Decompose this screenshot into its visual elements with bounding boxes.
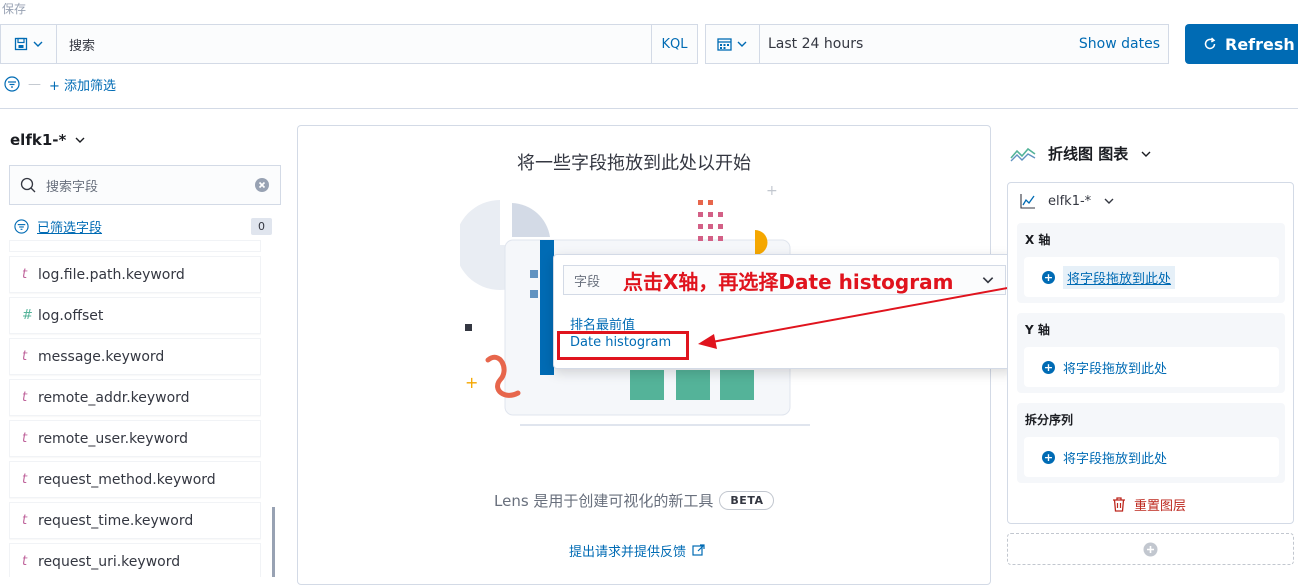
layer-panel: elfk1-* X 轴 + 将字段拖放到此处 Y 轴 + 将字段拖放到此处 拆分…: [1007, 182, 1294, 524]
string-type-icon: t: [22, 472, 28, 487]
filter-row: — + 添加筛选: [4, 74, 116, 94]
plus-icon: +: [1042, 270, 1055, 284]
list-item[interactable]: t request_time.keyword: [9, 502, 261, 539]
divider: [0, 108, 1298, 109]
field-name: log.offset: [38, 307, 104, 324]
list-item[interactable]: # log.offset: [9, 297, 261, 334]
reset-layer-label: 重置图层: [1134, 499, 1187, 514]
x-axis-drop-label: 将字段拖放到此处: [1063, 265, 1176, 289]
filter-icon[interactable]: [4, 76, 20, 92]
annotation-highlight-box: [557, 331, 689, 360]
layer-index-selector[interactable]: elfk1-*: [1020, 193, 1115, 209]
calendar-icon: [717, 38, 732, 51]
chart-type-label: 折线图 图表: [1048, 145, 1129, 163]
field-name: remote_addr.keyword: [38, 389, 190, 406]
date-range-value[interactable]: Last 24 hours: [760, 36, 1079, 52]
string-type-icon: t: [22, 513, 28, 528]
string-type-icon: t: [22, 554, 28, 569]
string-type-icon: t: [22, 349, 28, 364]
filter-icon: [14, 218, 29, 234]
refresh-icon: [1204, 37, 1216, 50]
plus-icon: +: [1042, 360, 1055, 374]
field-name: log.file.path.keyword: [38, 266, 185, 283]
save-link[interactable]: 保存: [2, 0, 26, 17]
y-axis-drop-label: 将字段拖放到此处: [1063, 361, 1168, 377]
refresh-button[interactable]: Refresh: [1185, 24, 1298, 64]
add-filter-button[interactable]: + 添加筛选: [49, 75, 116, 94]
y-axis-group: Y 轴 + 将字段拖放到此处: [1017, 313, 1285, 393]
reset-layer-button[interactable]: 重置图层: [1112, 495, 1186, 514]
list-item[interactable]: t log.file.path.keyword: [9, 256, 261, 293]
field-name: request_method.keyword: [38, 471, 216, 488]
number-type-icon: #: [22, 308, 33, 323]
beta-badge: BETA: [719, 491, 775, 510]
refresh-label: Refresh: [1225, 34, 1295, 54]
list-item[interactable]: t request_uri.keyword: [9, 543, 261, 577]
chevron-down-icon: [1104, 198, 1114, 204]
string-type-icon: t: [22, 390, 28, 405]
field-list: t log.file.path.keyword # log.offset t mess…: [9, 240, 261, 577]
list-item[interactable]: [9, 240, 261, 252]
clear-icon[interactable]: [254, 177, 270, 193]
x-axis-dropzone[interactable]: + 将字段拖放到此处: [1024, 257, 1279, 297]
list-item[interactable]: t remote_addr.keyword: [9, 379, 261, 416]
list-item[interactable]: t remote_user.keyword: [9, 420, 261, 457]
svg-text:+: +: [465, 373, 478, 392]
scrollbar[interactable]: [272, 507, 275, 577]
query-bar: 搜索 KQL: [0, 24, 698, 64]
chevron-down-icon: [1141, 151, 1151, 157]
field-name: request_uri.keyword: [38, 553, 181, 570]
string-type-icon: t: [22, 267, 28, 282]
line-chart-icon: [1020, 194, 1035, 209]
field-name: message.keyword: [38, 348, 165, 365]
x-axis-group: X 轴 + 将字段拖放到此处: [1017, 223, 1285, 303]
chart-type-switcher[interactable]: 折线图 图表: [1010, 143, 1152, 164]
line-chart-icon: [1010, 147, 1036, 161]
field-search-placeholder: 搜索字段: [46, 179, 99, 195]
date-picker: Last 24 hours Show dates: [705, 24, 1169, 64]
x-axis-label: X 轴: [1025, 233, 1051, 247]
index-pattern-selector[interactable]: elfk1-*: [10, 131, 86, 149]
feedback-link[interactable]: 提出请求并提供反馈: [569, 541, 705, 560]
kql-toggle[interactable]: KQL: [651, 25, 697, 63]
selected-fields-label: 已筛选字段: [37, 220, 103, 236]
trash-icon: [1113, 497, 1125, 512]
lens-intro-text: Lens 是用于创建可视化的新工具: [494, 492, 714, 510]
saved-query-menu-button[interactable]: [1, 25, 57, 63]
y-axis-label: Y 轴: [1025, 323, 1050, 337]
split-series-dropzone[interactable]: + 将字段拖放到此处: [1024, 437, 1279, 477]
chevron-down-icon: [75, 137, 85, 143]
selected-fields-count: 0: [251, 217, 272, 235]
split-series-drop-label: 将字段拖放到此处: [1063, 451, 1168, 467]
svg-text:+: +: [766, 185, 778, 199]
plus-icon: [1143, 542, 1158, 556]
index-pattern-label: elfk1-*: [10, 131, 67, 149]
field-name: request_time.keyword: [38, 512, 194, 529]
selected-fields-toggle[interactable]: 已筛选字段 0: [14, 215, 272, 237]
plus-icon: +: [1042, 450, 1055, 464]
lens-intro: Lens 是用于创建可视化的新工具 BETA: [494, 490, 775, 511]
field-name: remote_user.keyword: [38, 430, 188, 447]
layer-index-label: elfk1-*: [1048, 193, 1092, 209]
chevron-down-icon: [33, 41, 42, 47]
field-search-input[interactable]: 搜索字段: [9, 165, 281, 205]
search-input[interactable]: 搜索: [57, 35, 651, 54]
show-dates-link[interactable]: Show dates: [1079, 36, 1168, 52]
annotation-arrow: [698, 282, 1036, 349]
save-icon: [14, 37, 27, 51]
add-layer-button[interactable]: [1007, 533, 1294, 565]
split-series-label: 拆分序列: [1025, 413, 1074, 427]
external-link-icon: [692, 544, 705, 556]
quick-select-button[interactable]: [706, 25, 760, 63]
search-icon: [20, 177, 36, 193]
y-axis-dropzone[interactable]: + 将字段拖放到此处: [1024, 347, 1279, 387]
split-series-group: 拆分序列 + 将字段拖放到此处: [1017, 403, 1285, 483]
list-item[interactable]: t request_method.keyword: [9, 461, 261, 498]
chevron-down-icon: [737, 41, 747, 47]
filter-divider: —: [28, 76, 41, 92]
feedback-label: 提出请求并提供反馈: [569, 545, 687, 560]
list-item[interactable]: t message.keyword: [9, 338, 261, 375]
workspace-empty-title: 将一些字段拖放到此处以开始: [517, 153, 751, 174]
string-type-icon: t: [22, 431, 28, 446]
